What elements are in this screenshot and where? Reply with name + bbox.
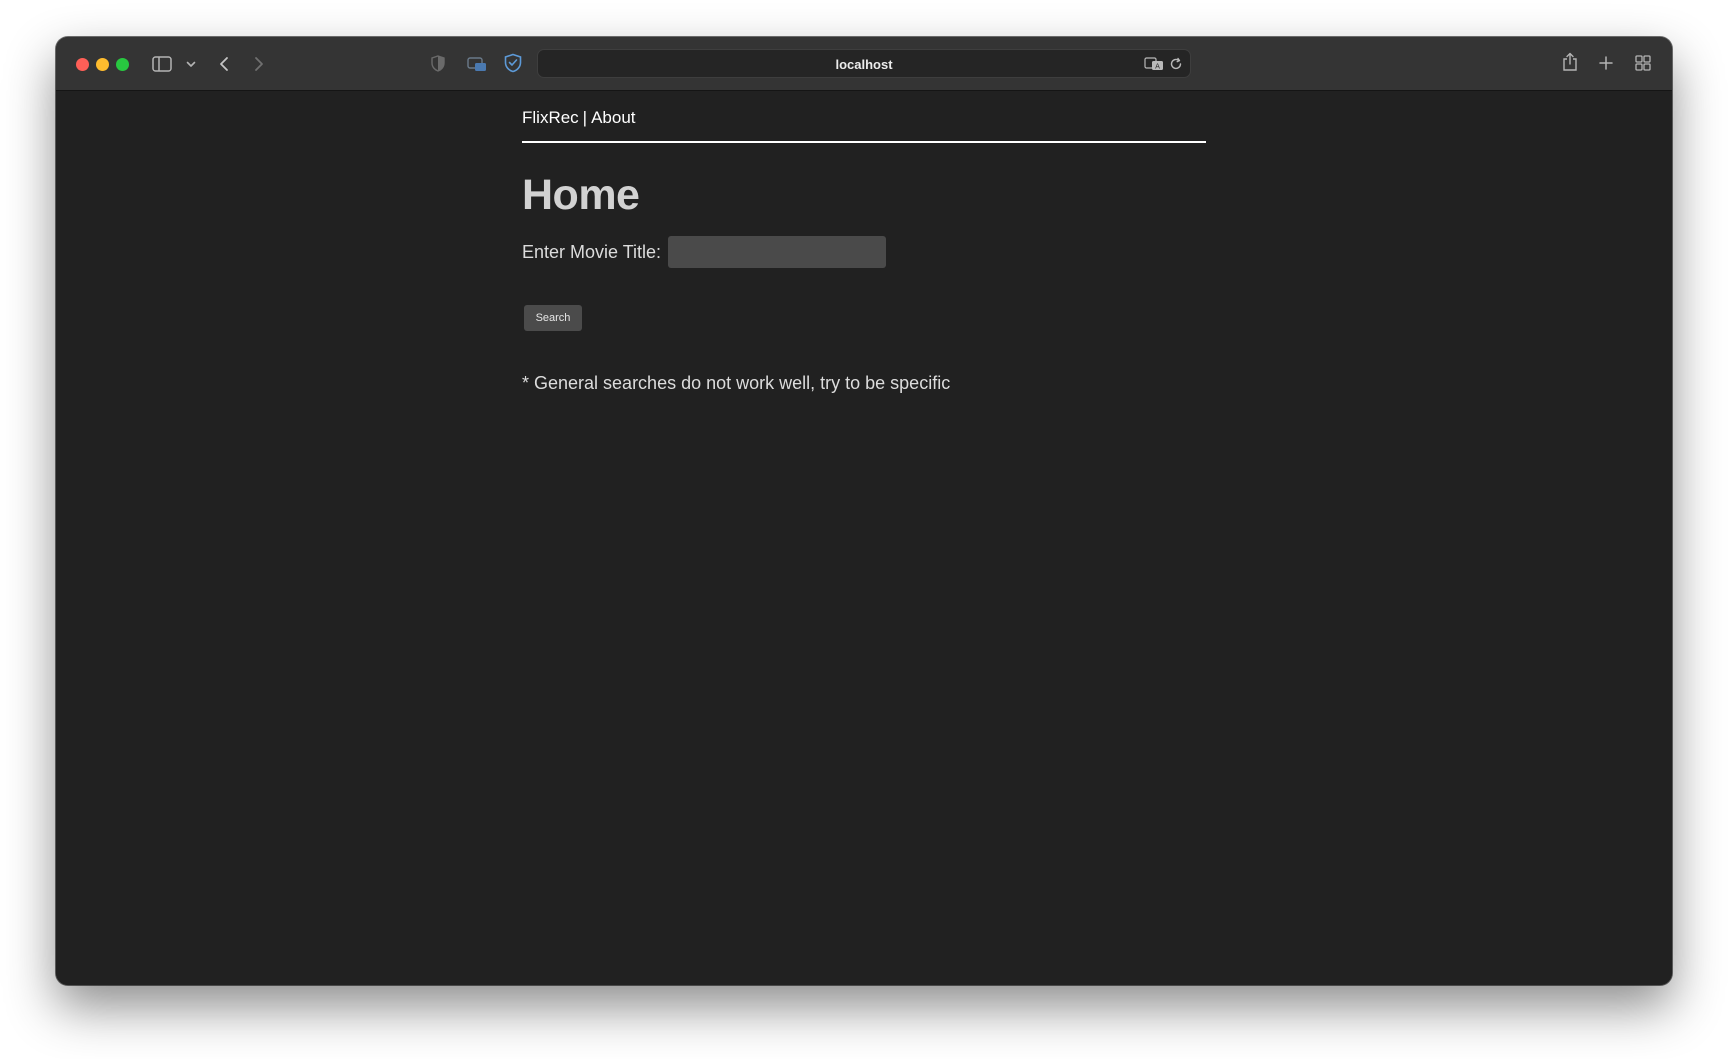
back-icon[interactable] bbox=[216, 54, 232, 74]
close-window-button[interactable] bbox=[76, 58, 89, 71]
page-title: Home bbox=[522, 171, 640, 219]
shield-icon[interactable] bbox=[503, 52, 523, 74]
plus-icon[interactable] bbox=[1598, 55, 1614, 71]
search-button[interactable]: Search bbox=[524, 305, 582, 331]
browser-window: localhost A FlixRec | About Home Enter Mov… bbox=[56, 37, 1672, 985]
top-nav: FlixRec | About bbox=[522, 108, 636, 128]
page-content: FlixRec | About Home Enter Movie Title: Se… bbox=[56, 91, 1672, 985]
movie-title-input[interactable] bbox=[668, 236, 886, 268]
privacy-shield-icon[interactable] bbox=[430, 53, 446, 73]
movie-title-label: Enter Movie Title: bbox=[522, 242, 662, 262]
nav-divider bbox=[522, 141, 1206, 143]
nav-brand-link[interactable]: FlixRec bbox=[522, 108, 579, 127]
translate-icon[interactable]: A bbox=[1144, 56, 1164, 72]
nav-separator: | bbox=[582, 108, 588, 127]
extension-icon[interactable] bbox=[466, 54, 488, 74]
browser-toolbar: localhost A bbox=[56, 37, 1672, 91]
address-text: localhost bbox=[835, 57, 893, 72]
forward-icon[interactable] bbox=[251, 54, 267, 74]
nav-about-link[interactable]: About bbox=[591, 108, 635, 127]
zoom-window-button[interactable] bbox=[116, 58, 129, 71]
tab-overview-icon[interactable] bbox=[1634, 54, 1652, 72]
search-tip-note: * General searches do not work well, try… bbox=[522, 373, 951, 393]
sidebar-toggle-icon[interactable] bbox=[151, 54, 173, 73]
svg-text:A: A bbox=[1155, 63, 1160, 71]
chevron-down-icon[interactable] bbox=[185, 58, 197, 70]
address-bar[interactable]: localhost A bbox=[537, 49, 1191, 78]
share-icon[interactable] bbox=[1561, 51, 1579, 73]
minimize-window-button[interactable] bbox=[96, 58, 109, 71]
reload-icon[interactable] bbox=[1168, 56, 1184, 72]
